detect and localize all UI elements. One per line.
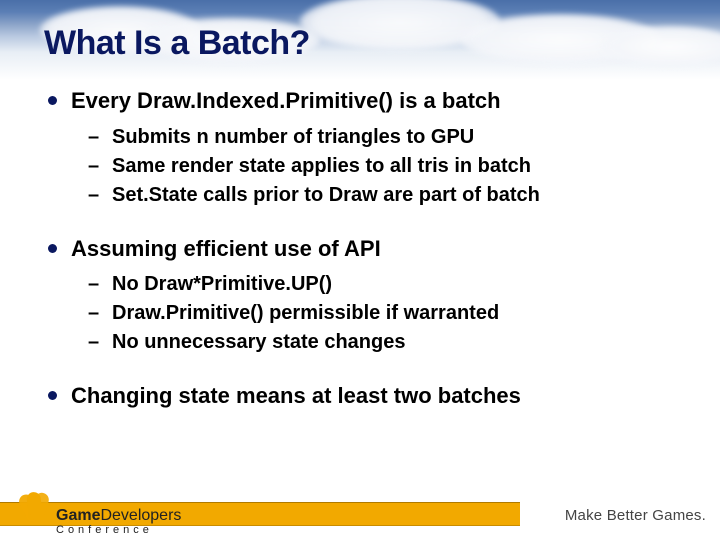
logo-word-game: Game <box>56 507 100 524</box>
gdc-logo: GameDevelopers Conference <box>22 490 181 536</box>
sub-text: Draw.Primitive() permissible if warrante… <box>112 300 499 327</box>
sub-text: Set.State calls prior to Draw are part o… <box>112 182 540 209</box>
sub-item: – Draw.Primitive() permissible if warran… <box>88 300 676 327</box>
bullet-dot-icon <box>48 391 57 400</box>
gdc-logo-icon <box>22 490 50 536</box>
dash-icon: – <box>88 153 102 180</box>
sub-text: No Draw*Primitive.UP() <box>112 271 332 298</box>
dash-icon: – <box>88 271 102 298</box>
slide-title: What Is a Batch? <box>44 24 676 63</box>
bullet-item: Assuming efficient use of API <box>48 235 676 264</box>
bullet-text: Assuming efficient use of API <box>71 235 381 264</box>
sub-text: No unnecessary state changes <box>112 329 405 356</box>
dash-icon: – <box>88 182 102 209</box>
sub-item: – Same render state applies to all tris … <box>88 153 676 180</box>
sub-text: Submits n number of triangles to GPU <box>112 124 474 151</box>
sub-text: Same render state applies to all tris in… <box>112 153 531 180</box>
sub-item: – No Draw*Primitive.UP() <box>88 271 676 298</box>
sub-item: – Set.State calls prior to Draw are part… <box>88 182 676 209</box>
footer-tagline: Make Better Games. <box>565 507 706 524</box>
logo-subtext: Conference <box>56 525 181 536</box>
logo-word-developers: Developers <box>100 507 181 524</box>
dash-icon: – <box>88 300 102 327</box>
slide-footer: GameDevelopers Conference Make Better Ga… <box>0 484 720 540</box>
bullet-text: Changing state means at least two batche… <box>71 382 521 411</box>
gdc-logo-text: GameDevelopers Conference <box>56 508 181 536</box>
bullet-text: Every Draw.Indexed.Primitive() is a batc… <box>71 87 501 116</box>
dash-icon: – <box>88 329 102 356</box>
sub-list: – Submits n number of triangles to GPU –… <box>88 124 676 209</box>
sub-item: – No unnecessary state changes <box>88 329 676 356</box>
bullet-dot-icon <box>48 244 57 253</box>
bullet-item: Every Draw.Indexed.Primitive() is a batc… <box>48 87 676 116</box>
sub-list: – No Draw*Primitive.UP() – Draw.Primitiv… <box>88 271 676 356</box>
sub-item: – Submits n number of triangles to GPU <box>88 124 676 151</box>
dash-icon: – <box>88 124 102 151</box>
slide-body: What Is a Batch? Every Draw.Indexed.Prim… <box>0 0 720 411</box>
bullet-item: Changing state means at least two batche… <box>48 382 676 411</box>
bullet-dot-icon <box>48 96 57 105</box>
